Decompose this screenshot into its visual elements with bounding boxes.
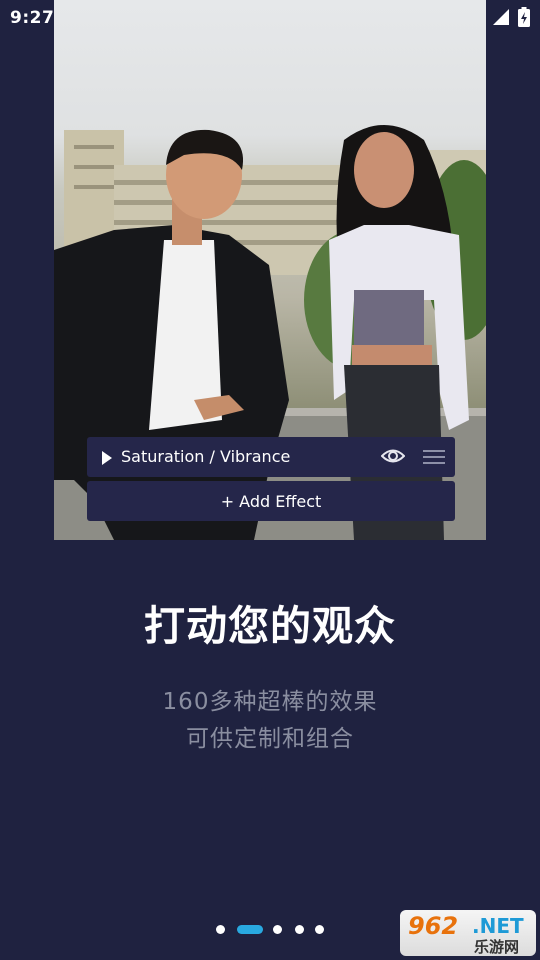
status-time: 9:27 <box>10 8 55 28</box>
watermark-number: 962 <box>408 912 459 940</box>
effect-name: Saturation / Vibrance <box>121 447 291 466</box>
subtitle: 160多种超棒的效果 可供定制和组合 <box>0 684 540 758</box>
page-dot-1[interactable] <box>216 925 225 934</box>
signal-icon <box>492 8 510 26</box>
page-dot-4[interactable] <box>295 925 304 934</box>
subtitle-line-2: 可供定制和组合 <box>186 726 354 752</box>
drag-handle-icon[interactable] <box>423 448 445 470</box>
watermark-site: 乐游网 <box>474 938 520 956</box>
effect-panel: Saturation / Vibrance + Add Effect <box>87 437 455 521</box>
eye-icon[interactable] <box>380 447 406 469</box>
headline: 打动您的观众 <box>144 602 396 650</box>
page-dot-2-active[interactable] <box>237 925 263 934</box>
effect-row-saturation[interactable]: Saturation / Vibrance <box>87 437 455 477</box>
play-icon[interactable] <box>101 450 113 469</box>
battery-charging-icon <box>518 7 530 27</box>
add-effect-button[interactable]: + Add Effect <box>87 481 455 521</box>
page-dot-3[interactable] <box>273 925 282 934</box>
subtitle-line-1: 160多种超棒的效果 <box>162 689 378 715</box>
watermark-net: .NET <box>472 914 524 938</box>
watermark-logo: 962 .NET 乐游网 <box>400 910 536 956</box>
page-dot-5[interactable] <box>315 925 324 934</box>
